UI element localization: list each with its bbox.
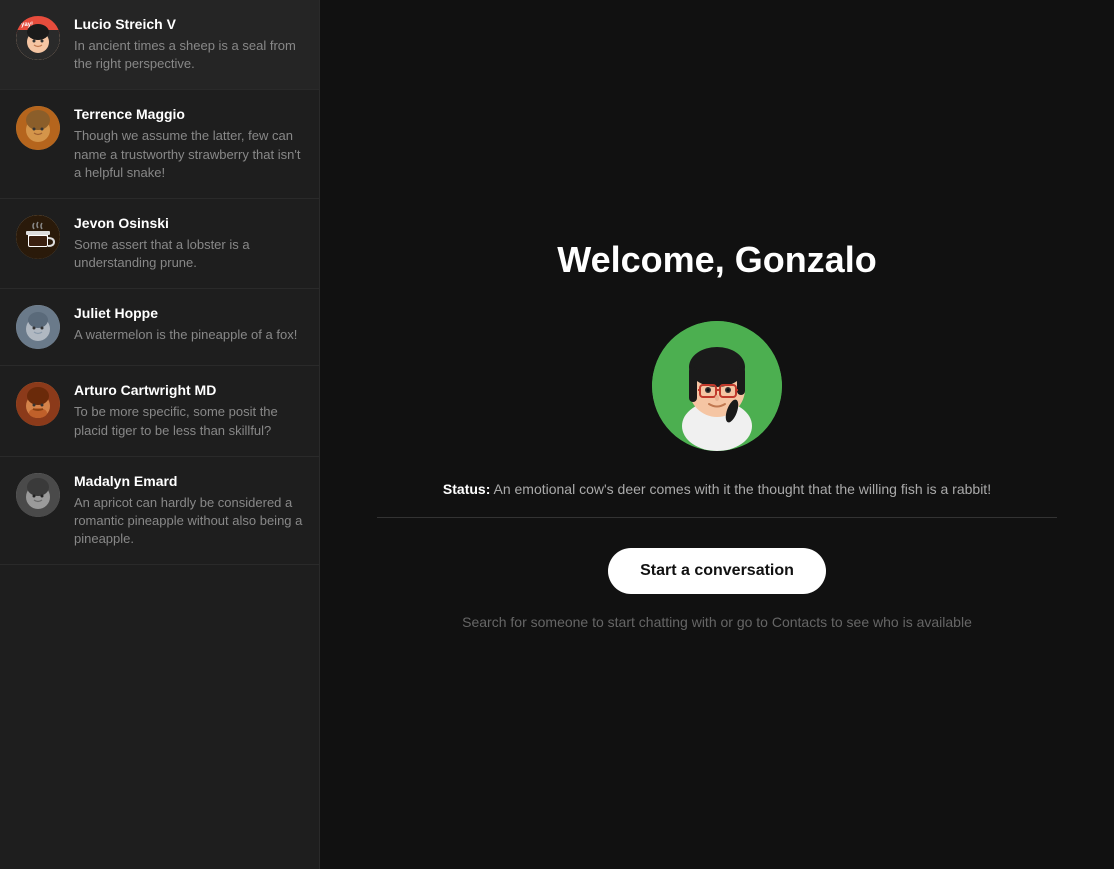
conversation-content: Madalyn Emard An apricot can hardly be c…	[74, 473, 303, 549]
conversation-item[interactable]: Terrence Maggio Though we assume the lat…	[0, 90, 319, 199]
conversation-item[interactable]: Arturo Cartwright MD To be more specific…	[0, 366, 319, 456]
search-hint-text: Search for someone to start chatting wit…	[462, 614, 972, 630]
welcome-title: Welcome, Gonzalo	[557, 239, 876, 281]
conversation-item[interactable]: yay! Lucio Streich V In ancient times a …	[0, 0, 319, 90]
conversation-content: Arturo Cartwright MD To be more specific…	[74, 382, 303, 439]
user-avatar	[652, 321, 782, 451]
conversation-content: Lucio Streich V In ancient times a sheep…	[74, 16, 303, 73]
conversation-content: Terrence Maggio Though we assume the lat…	[74, 106, 303, 182]
contact-name: Terrence Maggio	[74, 106, 303, 122]
avatar	[16, 305, 60, 349]
message-preview: Though we assume the latter, few can nam…	[74, 127, 303, 182]
conversations-sidebar: yay! Lucio Streich V In ancient times a …	[0, 0, 320, 869]
contact-name: Lucio Streich V	[74, 16, 303, 32]
message-preview: An apricot can hardly be considered a ro…	[74, 494, 303, 549]
main-content-panel: Welcome, Gonzalo	[320, 0, 1114, 869]
avatar	[16, 106, 60, 150]
conversation-item[interactable]: Juliet Hoppe A watermelon is the pineapp…	[0, 289, 319, 366]
avatar	[16, 215, 60, 259]
conversation-item[interactable]: Madalyn Emard An apricot can hardly be c…	[0, 457, 319, 566]
avatar	[16, 473, 60, 517]
message-preview: To be more specific, some posit the plac…	[74, 403, 303, 439]
avatar: yay!	[16, 16, 60, 60]
contact-name: Arturo Cartwright MD	[74, 382, 303, 398]
status-message: An emotional cow's deer comes with it th…	[493, 481, 991, 497]
conversation-content: Juliet Hoppe A watermelon is the pineapp…	[74, 305, 303, 344]
conversation-content: Jevon Osinski Some assert that a lobster…	[74, 215, 303, 272]
conversation-item[interactable]: Jevon Osinski Some assert that a lobster…	[0, 199, 319, 289]
message-preview: A watermelon is the pineapple of a fox!	[74, 326, 303, 344]
status-section: Status: An emotional cow's deer comes wi…	[377, 481, 1057, 518]
contact-name: Juliet Hoppe	[74, 305, 303, 321]
contact-name: Jevon Osinski	[74, 215, 303, 231]
message-preview: In ancient times a sheep is a seal from …	[74, 37, 303, 73]
avatar	[16, 382, 60, 426]
contact-name: Madalyn Emard	[74, 473, 303, 489]
start-conversation-button[interactable]: Start a conversation	[608, 548, 826, 594]
status-label: Status:	[443, 481, 490, 497]
message-preview: Some assert that a lobster is a understa…	[74, 236, 303, 272]
